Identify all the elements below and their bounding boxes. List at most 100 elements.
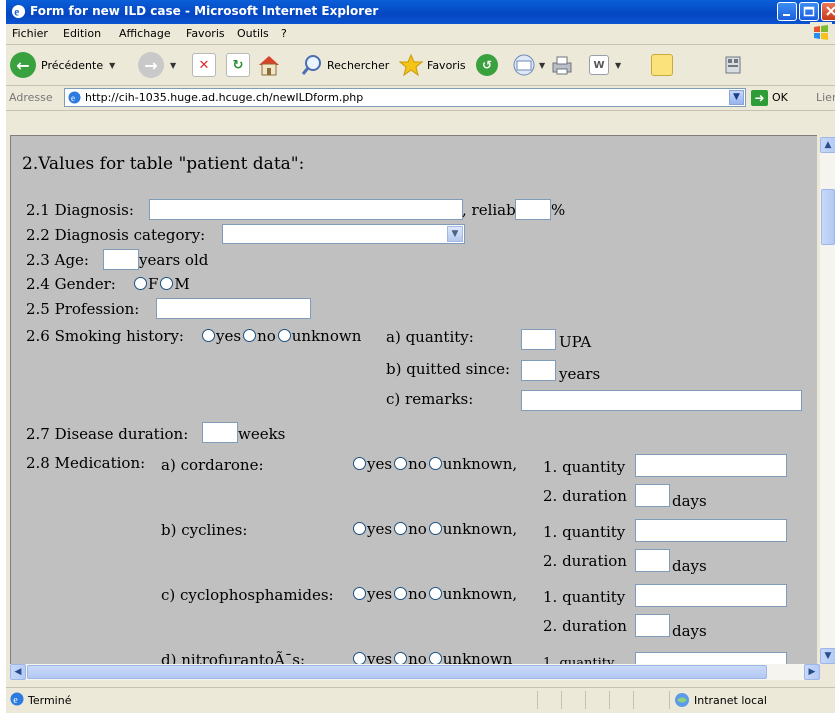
gender-m-radio[interactable]	[160, 277, 174, 290]
refresh-icon: ↻	[226, 53, 250, 77]
address-label: Adresse	[9, 91, 53, 104]
smoke-remarks-label: c) remarks:	[386, 390, 474, 408]
maximize-button[interactable]	[799, 2, 819, 21]
diagnosis-label: 2.1 Diagnosis:	[26, 201, 134, 219]
menu-fichier[interactable]: Fichier	[12, 27, 48, 40]
med-no-radio[interactable]	[394, 587, 408, 600]
med-no-radio[interactable]	[394, 522, 408, 535]
back-arrow-icon: ←	[10, 52, 36, 78]
status-divider	[537, 691, 538, 709]
note-button[interactable]	[651, 50, 673, 80]
med-duration-input[interactable]	[635, 549, 670, 572]
security-zone: Intranet local	[694, 694, 767, 707]
search-button[interactable]: Rechercher	[301, 50, 389, 80]
links-button[interactable]: Liens	[816, 91, 835, 104]
med-unknown-radio[interactable]	[428, 587, 442, 600]
minimize-button[interactable]	[777, 2, 797, 21]
med-quantity-input[interactable]	[635, 454, 787, 477]
menu-affichage[interactable]: Affichage	[119, 27, 171, 40]
vertical-scrollbar[interactable]: ▲ ▼	[820, 137, 835, 664]
hscroll-thumb[interactable]	[27, 665, 767, 679]
med-unknown-radio[interactable]	[428, 522, 442, 535]
refresh-button[interactable]: ↻	[226, 50, 250, 80]
med-yes-radio[interactable]	[353, 652, 366, 664]
home-icon	[259, 56, 279, 76]
history-button[interactable]: ↺	[476, 50, 498, 80]
smoke-quitted-input[interactable]	[521, 360, 556, 381]
messenger-button[interactable]	[723, 50, 745, 80]
stop-button[interactable]: ✕	[192, 50, 216, 80]
menu-favoris[interactable]: Favoris	[186, 27, 225, 40]
med-duration-label: 2. duration	[543, 552, 627, 570]
smoke-remarks-input[interactable]	[521, 390, 802, 411]
star-icon	[398, 53, 424, 77]
age-input[interactable]	[103, 249, 139, 270]
med-unknown-radio[interactable]	[428, 652, 442, 664]
address-dropdown-icon[interactable]: ▼	[729, 90, 744, 105]
menu-outils[interactable]: Outils	[237, 27, 269, 40]
med-no-radio[interactable]	[394, 652, 408, 664]
scroll-down-icon[interactable]: ▼	[820, 648, 835, 664]
address-input[interactable]: e http://cih-1035.huge.ad.hcuge.ch/newIL…	[64, 88, 746, 107]
smoking-yes-label: yes	[216, 327, 242, 345]
smoking-yes-radio[interactable]	[202, 329, 215, 342]
med-quantity-input[interactable]	[635, 584, 787, 607]
intranet-icon	[675, 693, 689, 707]
go-arrow-icon[interactable]: ➜	[751, 90, 768, 106]
med-yes-radio[interactable]	[353, 457, 366, 470]
back-dropdown-icon[interactable]: ▼	[109, 61, 115, 70]
svg-text:e: e	[71, 93, 75, 103]
med-name: b) cyclines:	[161, 521, 248, 539]
med-duration-input[interactable]	[635, 484, 670, 507]
med-yes-radio[interactable]	[353, 587, 366, 600]
smoke-quitted-label: b) quitted since:	[386, 360, 511, 378]
scroll-right-icon[interactable]: ▶	[804, 664, 820, 680]
home-button[interactable]	[256, 50, 282, 80]
med-duration-input[interactable]	[635, 614, 670, 637]
med-unknown-radio[interactable]	[428, 457, 442, 470]
chevron-down-icon: ▼	[447, 226, 463, 242]
duration-input[interactable]	[202, 422, 238, 443]
messenger-icon	[725, 56, 741, 74]
ie-logo-icon: e	[11, 4, 26, 19]
med-no-radio[interactable]	[394, 457, 408, 470]
favorites-button[interactable]: Favoris	[398, 50, 466, 80]
forward-dropdown-icon[interactable]: ▼	[170, 61, 176, 70]
word-button[interactable]: W ▼	[589, 50, 621, 80]
print-button[interactable]	[550, 50, 574, 80]
med-options: yes no unknown,	[353, 455, 517, 473]
scroll-thumb[interactable]	[821, 189, 835, 245]
go-button[interactable]: OK	[772, 91, 788, 104]
search-label: Rechercher	[327, 58, 390, 72]
forward-button[interactable]: → ▼	[138, 50, 176, 80]
mail-button[interactable]: ▼	[511, 50, 545, 80]
smoking-unknown-label: unknown	[291, 327, 362, 345]
gender-f-radio[interactable]	[134, 277, 147, 290]
smoke-quantity-input[interactable]	[521, 329, 556, 350]
word-dropdown-icon[interactable]: ▼	[615, 61, 621, 70]
reliability-input[interactable]	[515, 199, 551, 220]
med-yes-radio[interactable]	[353, 522, 366, 535]
med-quantity-input[interactable]	[635, 652, 787, 664]
menu-edition[interactable]: Edition	[63, 27, 101, 40]
profession-input[interactable]	[156, 298, 311, 319]
window-title: Form for new ILD case - Microsoft Intern…	[30, 4, 379, 18]
smoking-no-radio[interactable]	[243, 329, 257, 342]
menu-help[interactable]: ?	[281, 27, 287, 40]
close-button[interactable]	[821, 2, 835, 21]
scroll-up-icon[interactable]: ▲	[820, 137, 835, 153]
diagnosis-input[interactable]	[149, 199, 463, 220]
mail-dropdown-icon[interactable]: ▼	[539, 61, 545, 70]
scroll-corner	[820, 664, 835, 680]
smoke-quitted-unit: years	[559, 365, 601, 383]
page-done-icon: e	[10, 692, 24, 706]
scroll-left-icon[interactable]: ◀	[10, 664, 26, 680]
horizontal-scrollbar[interactable]: ◀ ▶	[10, 664, 820, 680]
category-select[interactable]: ▼	[222, 224, 465, 244]
smoking-unknown-radio[interactable]	[277, 329, 291, 342]
age-label: 2.3 Age:	[26, 251, 89, 269]
menu-bar: Fichier Edition Affichage Favoris Outils…	[6, 24, 835, 45]
back-button[interactable]: ← Précédente ▼	[10, 50, 115, 80]
med-quantity-input[interactable]	[635, 519, 787, 542]
gender-label: 2.4 Gender:	[26, 275, 116, 293]
